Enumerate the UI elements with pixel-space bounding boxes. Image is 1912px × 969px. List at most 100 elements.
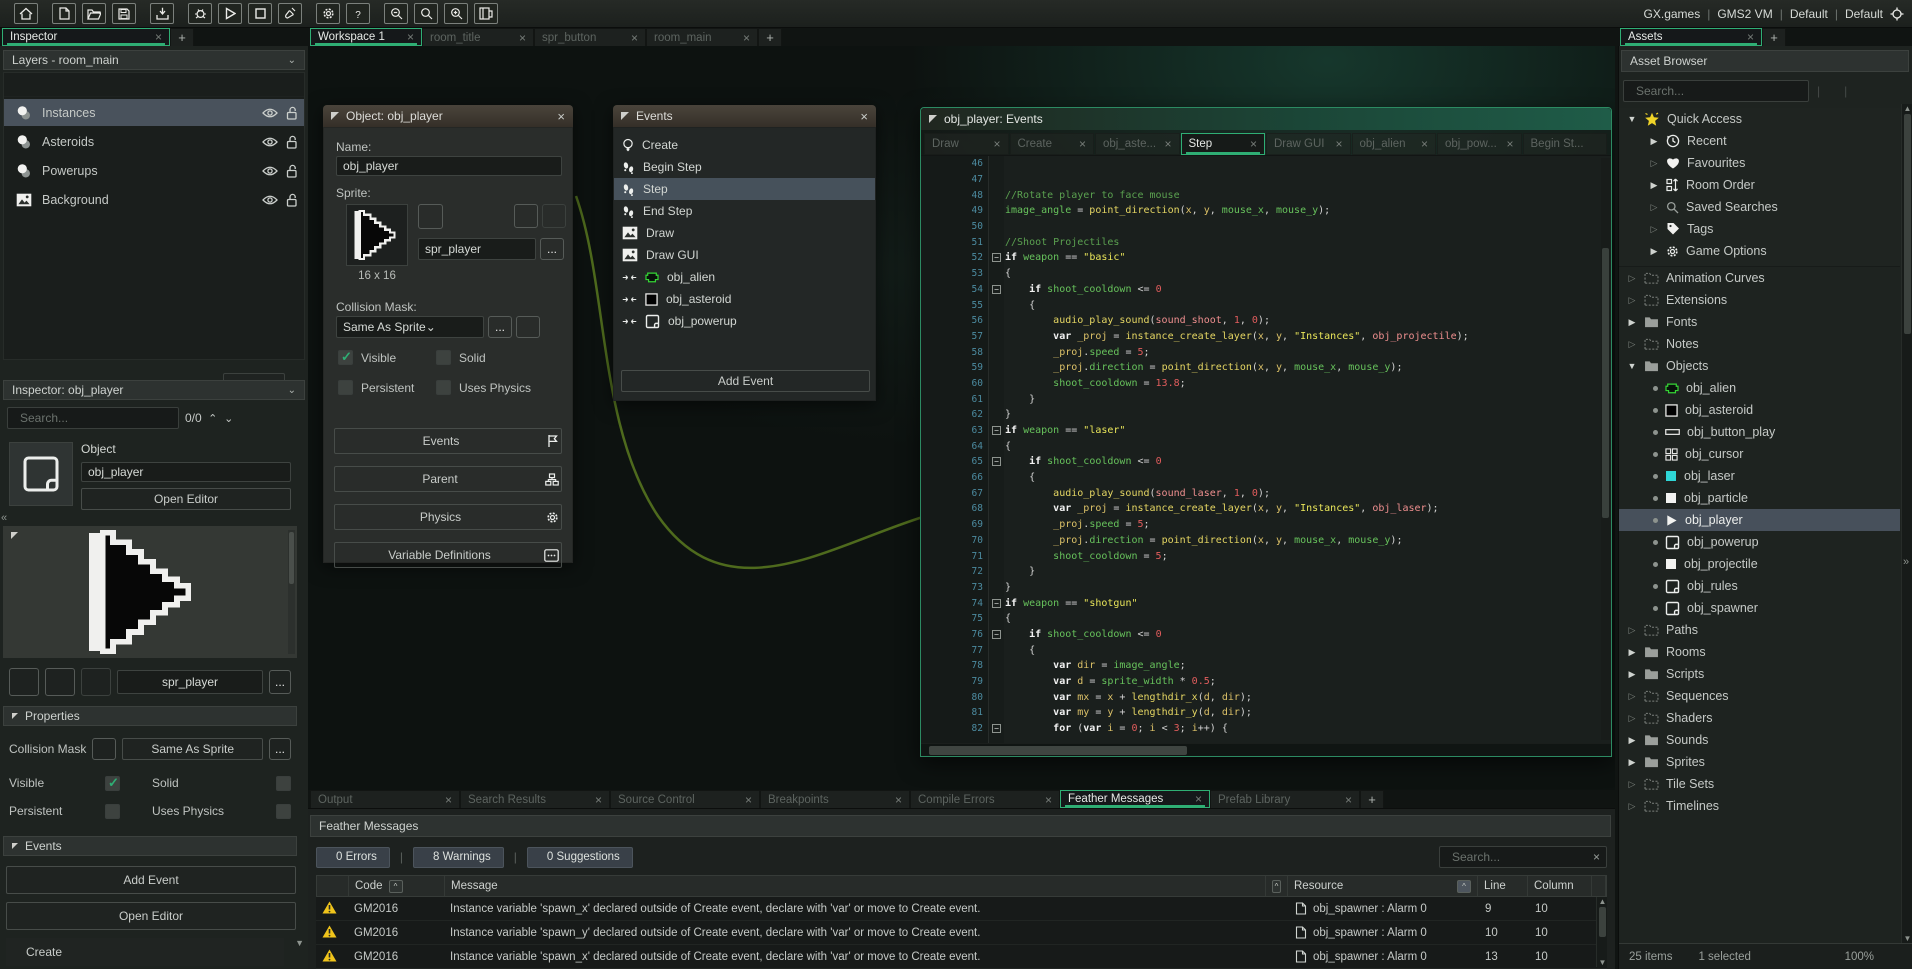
expand-icon[interactable]: ▷	[1627, 625, 1637, 636]
save-project-button[interactable]	[112, 3, 136, 24]
code-editor[interactable]: 464748//Rotate player to face mouse49ima…	[921, 156, 1611, 743]
uses-physics-checkbox[interactable]	[276, 804, 291, 819]
code-window-titlebar[interactable]: obj_player: Events	[921, 108, 1611, 130]
asset-obj-player[interactable]: obj_player	[1619, 509, 1900, 531]
object-thumbnail[interactable]	[9, 442, 73, 506]
asset-obj-projectile[interactable]: obj_projectile	[1619, 553, 1900, 575]
properties-header[interactable]: Properties	[3, 706, 297, 726]
close-icon[interactable]: ×	[1079, 137, 1086, 151]
collapse-icon[interactable]	[929, 115, 937, 123]
asset-obj-alien[interactable]: obj_alien	[1619, 377, 1900, 399]
code-tab-step[interactable]: Step×	[1181, 133, 1266, 155]
code-tab-draw[interactable]: Draw×	[924, 133, 1009, 155]
tree-group-animation-curves[interactable]: ▷Animation Curves	[1619, 267, 1900, 289]
expand-icon[interactable]: ▶	[1649, 246, 1659, 257]
open-project-button[interactable]	[82, 3, 106, 24]
object-name-field[interactable]: obj_player	[81, 462, 291, 482]
collision-more-button[interactable]: ...	[488, 316, 512, 338]
code-hscrollbar[interactable]	[921, 743, 1611, 756]
collision-mask-select[interactable]: Same As Sprite ⌄	[336, 316, 484, 338]
layers-header[interactable]: Layers - room_main ⌄	[3, 50, 305, 70]
close-icon[interactable]: ×	[1747, 30, 1754, 44]
event-item-obj-powerup[interactable]: obj_powerup	[614, 310, 875, 332]
assets-scrollbar[interactable]: ▲▼ »	[1901, 104, 1912, 943]
tab-prefab-library[interactable]: Prefab Library×	[1210, 790, 1360, 808]
close-icon[interactable]: ×	[993, 137, 1000, 151]
expand-icon[interactable]: ▶	[1649, 180, 1659, 191]
expand-icon[interactable]: ▶	[1627, 669, 1637, 680]
expand-icon[interactable]: ▶	[1627, 735, 1637, 746]
events-window-titlebar[interactable]: Events ×	[613, 105, 876, 127]
close-icon[interactable]: ×	[557, 109, 565, 124]
collapse-icon[interactable]	[331, 112, 339, 120]
expand-icon[interactable]: ▷	[1627, 801, 1637, 812]
edit-image-button[interactable]	[81, 668, 111, 696]
scroll-down-icon[interactable]: ▼	[295, 938, 304, 948]
expand-icon[interactable]: ▶	[1627, 317, 1637, 328]
parent-button[interactable]: Parent	[334, 466, 562, 492]
tab-output[interactable]: Output×	[310, 790, 460, 808]
close-icon[interactable]: ×	[895, 793, 902, 807]
tree-group-sprites[interactable]: ▶Sprites	[1619, 751, 1900, 773]
asset-obj-laser[interactable]: obj_laser	[1619, 465, 1900, 487]
code-vscrollbar[interactable]	[1601, 158, 1610, 740]
events-button[interactable]: Events	[334, 428, 562, 454]
code-tab-obj-aste[interactable]: obj_aste...×	[1095, 133, 1180, 155]
event-item-draw[interactable]: Draw	[614, 222, 875, 244]
expand-icon[interactable]: ▶	[1627, 647, 1637, 658]
collapse-icon[interactable]	[621, 112, 629, 120]
events-header[interactable]: Events	[3, 836, 297, 856]
new-project-button[interactable]	[52, 3, 76, 24]
tab-feather-messages[interactable]: Feather Messages×	[1060, 790, 1210, 808]
column-header-column[interactable]: Column	[1528, 876, 1592, 896]
expand-icon[interactable]: ▷	[1627, 691, 1637, 702]
lock-open-icon[interactable]	[286, 135, 298, 149]
visible-checkbox[interactable]	[338, 350, 353, 365]
expand-open-icon[interactable]: ▼	[1627, 361, 1637, 371]
tree-group-paths[interactable]: ▷Paths	[1619, 619, 1900, 641]
event-item-obj-alien[interactable]: obj_alien	[614, 266, 875, 288]
sprite-name-field[interactable]: spr_player	[418, 238, 536, 260]
asset-obj-powerup[interactable]: obj_powerup	[1619, 531, 1900, 553]
physics-button[interactable]: Physics	[334, 504, 562, 530]
tree-item-favourites[interactable]: ▷Favourites	[1619, 152, 1900, 174]
layer-row-powerups[interactable]: Powerups	[4, 157, 304, 184]
tree-group-fonts[interactable]: ▶Fonts	[1619, 311, 1900, 333]
code-tab-begin-st[interactable]: Begin St...	[1523, 133, 1608, 155]
sprite-more-button[interactable]: ...	[540, 238, 564, 260]
expand-icon[interactable]: ▷	[1649, 158, 1659, 169]
eye-icon[interactable]	[262, 107, 278, 119]
code-tab-obj-pow[interactable]: obj_pow...×	[1437, 133, 1522, 155]
inspector-obj-header[interactable]: Inspector: obj_player ⌄	[3, 380, 305, 400]
tree-group-rooms[interactable]: ▶Rooms	[1619, 641, 1900, 663]
feather-message-row[interactable]: GM2016Instance variable 'spawn_x' declar…	[316, 897, 1607, 921]
variable-definitions-button[interactable]: Variable Definitions	[334, 542, 562, 568]
close-icon[interactable]: ×	[1335, 137, 1342, 151]
tree-group-extensions[interactable]: ▷Extensions	[1619, 289, 1900, 311]
tree-group-shaders[interactable]: ▷Shaders	[1619, 707, 1900, 729]
errors-filter-button[interactable]: 0 Errors	[316, 847, 390, 868]
close-icon[interactable]: ×	[1164, 137, 1171, 151]
run-button[interactable]	[218, 3, 242, 24]
expand-icon[interactable]: ▷	[1627, 273, 1637, 284]
sprite-name-field[interactable]: spr_player	[117, 670, 263, 694]
fold-toggle[interactable]: −	[990, 630, 1003, 639]
fold-toggle[interactable]: −	[990, 457, 1003, 466]
close-icon[interactable]: ×	[445, 793, 452, 807]
close-icon[interactable]: ×	[860, 109, 868, 124]
collision-edit-button[interactable]	[92, 738, 116, 760]
suggestions-filter-button[interactable]: 0 Suggestions	[527, 847, 633, 868]
close-icon[interactable]: ×	[743, 31, 750, 45]
home-button[interactable]	[14, 3, 38, 24]
event-item-obj-asteroid[interactable]: obj_asteroid	[614, 288, 875, 310]
eye-icon[interactable]	[262, 136, 278, 148]
close-icon[interactable]: ×	[407, 30, 414, 44]
edit-sprite-button[interactable]	[45, 668, 75, 696]
sprite-preview-scrollbar[interactable]	[289, 532, 294, 584]
asset-obj-spawner[interactable]: obj_spawner	[1619, 597, 1900, 619]
expand-icon[interactable]: ▷	[1627, 339, 1637, 350]
left-new-tab[interactable]: +	[170, 28, 194, 46]
tab-new-tab[interactable]: +	[1360, 790, 1384, 808]
lock-open-icon[interactable]	[286, 193, 298, 207]
tab-source-control[interactable]: Source Control×	[610, 790, 760, 808]
